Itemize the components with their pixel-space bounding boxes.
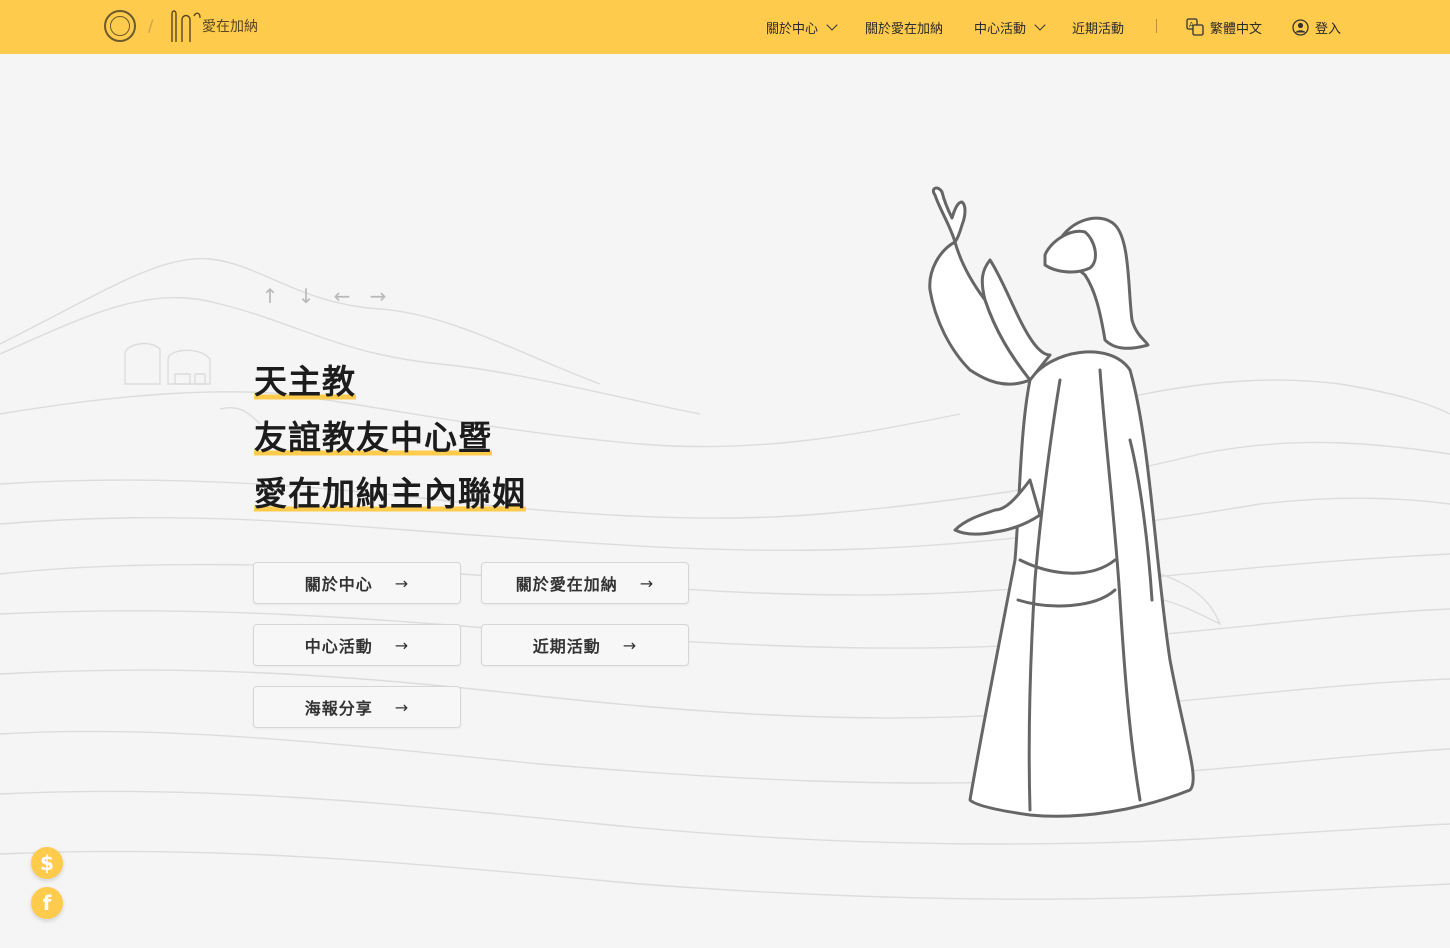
button-label: 關於愛在加納 xyxy=(515,575,618,594)
nav-label: 中心活動 xyxy=(974,21,1027,37)
button-label: 中心活動 xyxy=(304,637,373,656)
nav-item-about-love-in-cana[interactable]: 關於愛在加納 xyxy=(865,0,943,54)
about-center-button[interactable]: 關於中心 → xyxy=(253,562,461,604)
hero-title-line-3: 愛在加納主內聯姻 xyxy=(254,472,526,516)
svg-text:A: A xyxy=(1189,21,1194,29)
brand-logo[interactable]: 愛在加納 xyxy=(168,8,264,44)
brand-logo-text: 愛在加納 xyxy=(202,19,258,35)
user-circle-icon xyxy=(1292,18,1309,36)
button-label: 關於中心 xyxy=(304,575,373,594)
chevron-down-icon xyxy=(826,19,838,31)
center-activities-button[interactable]: 中心活動 → xyxy=(253,624,461,666)
arrow-right-icon: → xyxy=(394,635,410,655)
nav-item-recent-activities[interactable]: 近期活動 xyxy=(1072,0,1124,54)
nav-label: 關於愛在加納 xyxy=(865,21,944,37)
top-navbar: / 愛在加納 關於中心 關於愛在加納 中心活動 近期活動 A 繁體中文 登入 xyxy=(0,0,1450,54)
jesus-figure-illustration xyxy=(928,186,1195,818)
brand-figure-icon xyxy=(171,10,201,42)
arrow-left-icon[interactable]: ← xyxy=(330,284,354,308)
poster-share-button[interactable]: 海報分享 → xyxy=(253,686,461,728)
hero-title-line-2: 友誼教友中心暨 xyxy=(254,416,492,460)
login-label: 登入 xyxy=(1315,21,1342,37)
background-landscape-art xyxy=(0,257,1450,900)
nav-divider xyxy=(1156,19,1157,33)
hero-title: 天主教 友誼教友中心暨 愛在加納主內聯姻 xyxy=(254,360,526,528)
facebook-icon[interactable]: f xyxy=(31,887,63,919)
arrow-right-icon[interactable]: → xyxy=(366,284,390,308)
arrow-down-icon[interactable]: ↓ xyxy=(294,284,318,308)
nav-item-center-activities[interactable]: 中心活動 xyxy=(974,0,1046,54)
nav-item-about-center[interactable]: 關於中心 xyxy=(766,0,838,54)
nav-label: 近期活動 xyxy=(1072,21,1125,37)
arrow-right-icon: → xyxy=(394,573,410,593)
logo-separator: / xyxy=(148,16,154,35)
button-label: 海報分享 xyxy=(304,699,373,718)
translate-icon: A xyxy=(1186,18,1204,36)
arrow-right-icon: → xyxy=(639,573,655,593)
dollar-icon[interactable]: $ xyxy=(31,847,63,879)
button-label: 近期活動 xyxy=(532,637,601,656)
slider-arrow-controls: ↑ ↓ ← → xyxy=(258,284,390,308)
about-love-in-cana-button[interactable]: 關於愛在加納 → xyxy=(481,562,689,604)
language-label: 繁體中文 xyxy=(1210,21,1263,37)
login-link[interactable]: 登入 xyxy=(1292,0,1341,54)
recent-activities-button[interactable]: 近期活動 → xyxy=(481,624,689,666)
nav-label: 關於中心 xyxy=(766,21,819,37)
center-logo-icon[interactable] xyxy=(104,10,136,42)
arrow-right-icon: → xyxy=(394,697,410,717)
hero-title-line-1: 天主教 xyxy=(254,360,356,404)
arrow-right-icon: → xyxy=(622,635,638,655)
chevron-down-icon xyxy=(1034,19,1046,31)
arrow-up-icon[interactable]: ↑ xyxy=(258,284,282,308)
language-switcher[interactable]: A 繁體中文 xyxy=(1186,0,1262,54)
